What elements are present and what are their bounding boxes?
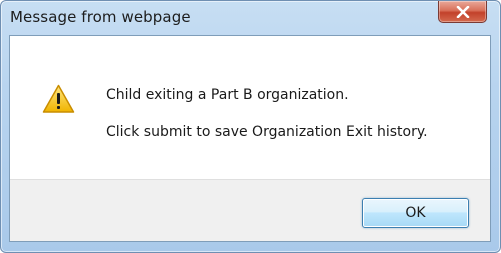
close-icon [456, 5, 469, 18]
message-dialog: Message from webpage Child exiting a Par… [0, 0, 501, 253]
ok-button[interactable]: OK [362, 198, 469, 228]
dialog-title: Message from webpage [10, 8, 191, 26]
message-line-1: Child exiting a Part B organization. [106, 87, 349, 103]
message-area: Child exiting a Part B organization. Cli… [10, 36, 490, 179]
close-button[interactable] [438, 1, 487, 23]
dialog-body: Child exiting a Part B organization. Cli… [9, 35, 491, 242]
button-bar: OK [10, 179, 490, 241]
message-line-2: Click submit to save Organization Exit h… [106, 124, 428, 140]
warning-icon [42, 84, 75, 113]
title-bar[interactable]: Message from webpage [1, 1, 500, 35]
